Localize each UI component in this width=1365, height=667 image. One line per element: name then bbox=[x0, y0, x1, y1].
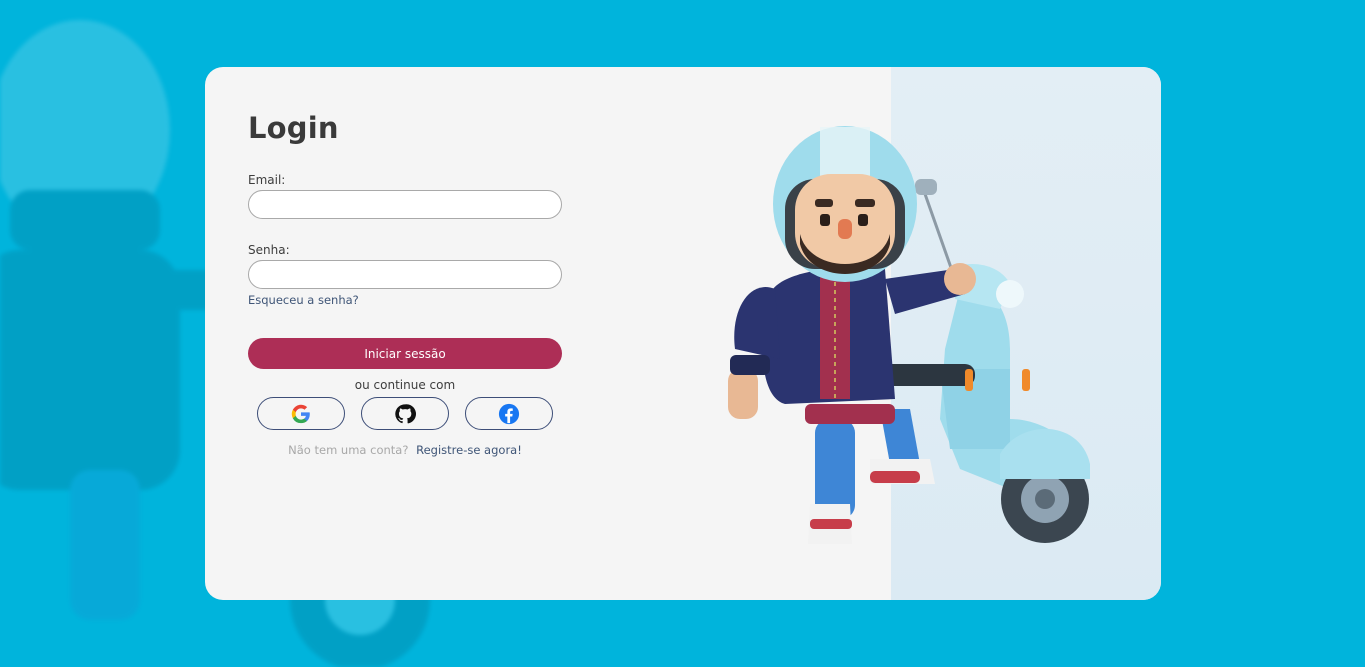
google-login-button[interactable] bbox=[257, 397, 345, 430]
github-icon bbox=[395, 403, 416, 423]
login-form: Login Email: Senha: Esqueceu a senha? In… bbox=[248, 111, 562, 457]
no-account-text: Não tem uma conta? bbox=[288, 443, 409, 457]
register-row: Não tem uma conta? Registre-se agora! bbox=[248, 443, 562, 457]
social-login-row bbox=[248, 397, 562, 430]
scooter-rider-illustration bbox=[728, 126, 1090, 544]
email-field[interactable] bbox=[248, 190, 562, 219]
login-card: Login Email: Senha: Esqueceu a senha? In… bbox=[205, 67, 1161, 600]
page-title: Login bbox=[248, 111, 339, 145]
forgot-password-link[interactable]: Esqueceu a senha? bbox=[248, 293, 359, 307]
facebook-icon bbox=[498, 403, 520, 424]
google-icon bbox=[291, 404, 310, 423]
register-link[interactable]: Registre-se agora! bbox=[416, 443, 522, 457]
password-label: Senha: bbox=[248, 243, 290, 257]
password-field[interactable] bbox=[248, 260, 562, 289]
facebook-login-button[interactable] bbox=[465, 397, 553, 430]
alternative-login-text: ou continue com bbox=[354, 378, 456, 392]
github-login-button[interactable] bbox=[361, 397, 449, 430]
email-label: Email: bbox=[248, 173, 286, 187]
sign-in-button[interactable]: Iniciar sessão bbox=[248, 338, 562, 369]
